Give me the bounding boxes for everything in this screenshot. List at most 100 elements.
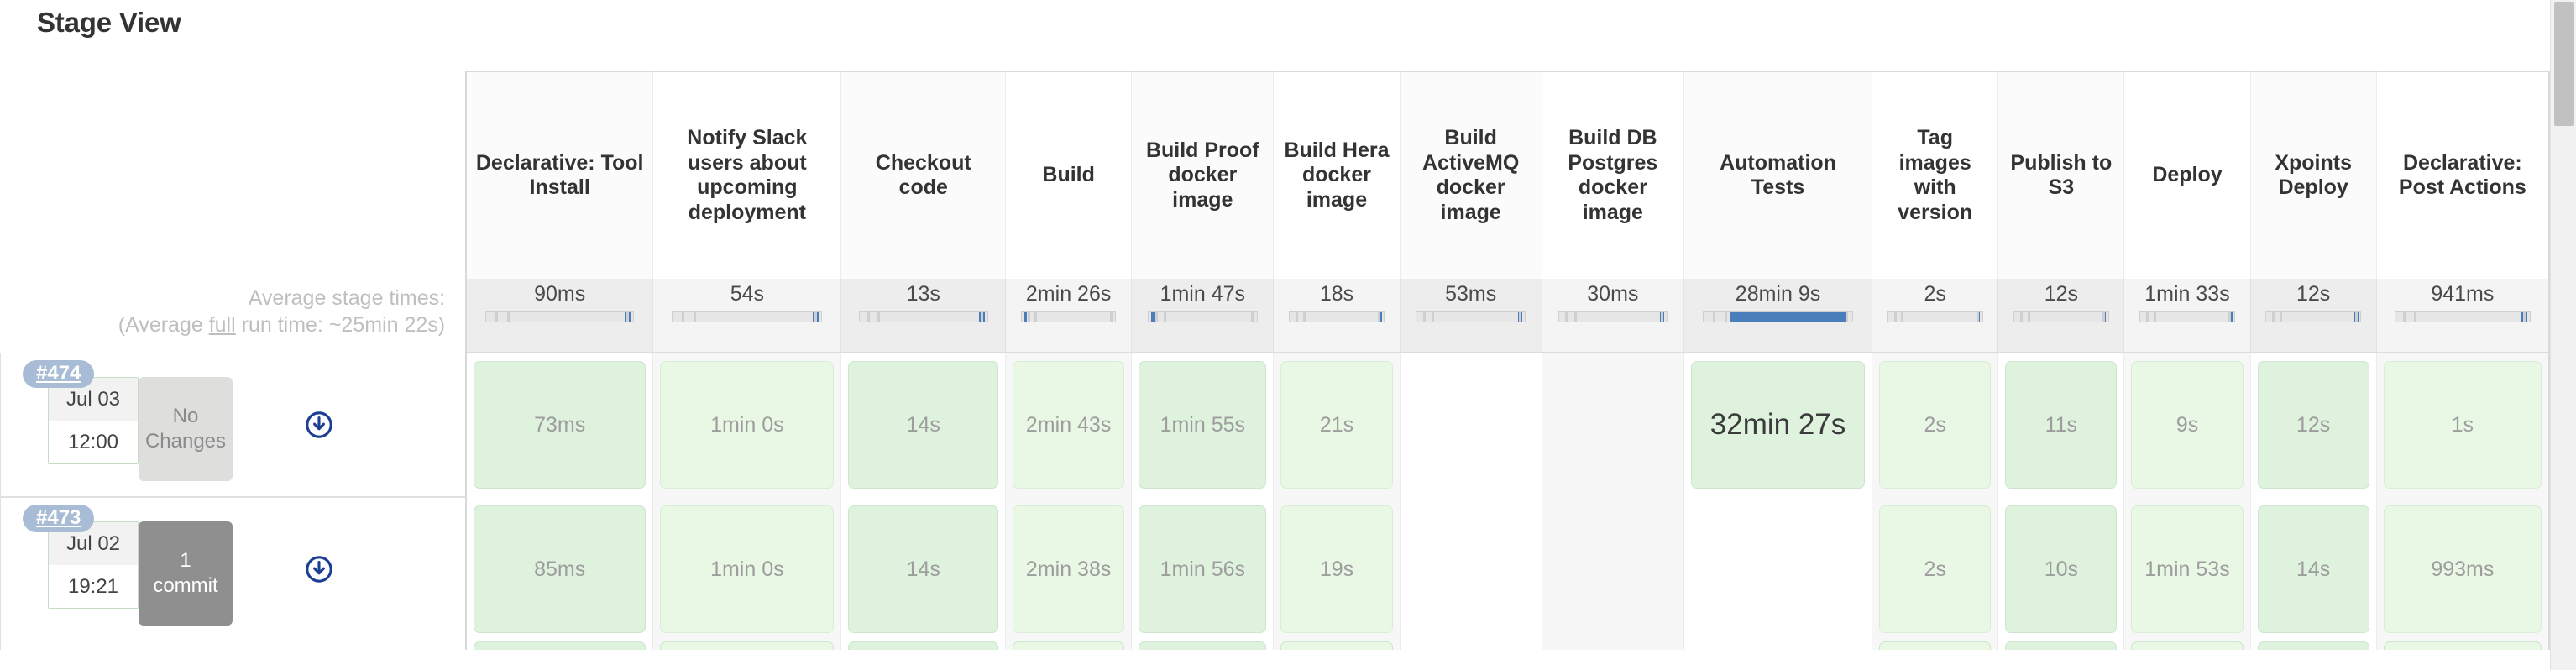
stage-duration-label: 993ms [2431,557,2494,582]
stage-duration-box[interactable]: 2s [1879,361,1991,489]
stage-header-label: Build ActiveMQ docker image [1422,126,1519,224]
table-body: Average stage times: (Average full run t… [0,279,2550,650]
stage-duration-box[interactable]: 2min 43s [1013,361,1124,489]
stage-duration-box[interactable]: 14s [848,361,998,489]
stage-cell[interactable]: 32min 27s [1684,353,1872,497]
stage-duration-box[interactable]: 1min 0s [660,505,834,633]
peek-duration-box [2005,641,2117,650]
stage-duration-label: 19s [1320,557,1353,582]
stage-cell[interactable]: 1min 55s [1132,353,1274,497]
peek-duration-box [660,641,834,650]
average-value: 2min 26s [1014,284,1123,305]
vertical-scrollbar[interactable] [2550,0,2576,670]
stage-header-label: Declarative: Tool Install [476,151,644,200]
build-number-badge[interactable]: #474 [23,360,94,388]
stage-cell[interactable]: 2min 38s [1006,497,1132,641]
average-sparkline [2395,311,2531,322]
stage-cell[interactable]: 2s [1872,353,1998,497]
stage-duration-box[interactable]: 1s [2384,361,2542,489]
average-value: 12s [2259,284,2368,305]
average-sparkline [859,311,988,322]
stage-duration-label: 9s [2176,413,2198,437]
scrollbar-thumb[interactable] [2554,2,2574,126]
stage-cell[interactable]: 1min 0s [653,353,841,497]
stage-header-label: Checkout code [876,151,971,200]
stage-cell[interactable]: 14s [2251,497,2377,641]
stage-duration-box[interactable]: 2min 38s [1013,505,1124,633]
average-value: 18s [1282,284,1390,305]
stage-cell[interactable]: 2min 43s [1006,353,1132,497]
stage-duration-box[interactable]: 32min 27s [1691,361,1865,489]
stage-cell[interactable]: 11s [1998,353,2124,497]
stage-cell[interactable]: 12s [2251,353,2377,497]
stage-duration-box[interactable]: 9s [2131,361,2243,489]
stage-duration-box[interactable]: 993ms [2384,505,2542,633]
stage-cell[interactable]: 14s [841,497,1006,641]
clock-download-icon[interactable] [305,555,333,584]
stage-duration-box[interactable]: 1min 56s [1139,505,1266,633]
average-cell-0: 90ms [465,279,653,353]
peek-duration-box [1879,641,1991,650]
build-timestamp[interactable]: Jul 0312:00 [48,377,139,464]
stage-cell [1542,353,1684,497]
stage-cell[interactable]: 14s [841,353,1006,497]
stage-header-10: Publish to S3 [1998,71,2124,279]
stage-header-1: Notify Slack users about upcoming deploy… [653,71,841,279]
stage-cell[interactable]: 1min 53s [2124,497,2250,641]
average-times-label: Average stage times: (Average full run t… [0,279,465,353]
stage-duration-box[interactable]: 1min 55s [1139,361,1266,489]
stage-header-2: Checkout code [841,71,1006,279]
peek-stage-cell [1542,641,1684,650]
build-meta-cell: #474Jul 0312:00NoChanges [0,353,465,497]
peek-duration-box [848,641,998,650]
stage-duration-box[interactable]: 19s [1280,505,1392,633]
average-full-run-time-text: (Average full run time: ~25min 22s) [0,312,445,339]
stage-cell[interactable]: 1min 56s [1132,497,1274,641]
stage-duration-box[interactable]: 85ms [474,505,646,633]
stage-duration-box[interactable]: 21s [1280,361,1392,489]
build-changes-button[interactable]: 1commit [139,521,233,626]
stage-duration-box[interactable]: 73ms [474,361,646,489]
stage-cell[interactable]: 85ms [465,497,653,641]
stage-duration-label: 11s [2045,413,2077,437]
stage-header-label: Xpoints Deploy [2275,151,2352,200]
average-sparkline [672,311,822,322]
stage-duration-label: 10s [2045,557,2078,582]
stage-duration-box[interactable]: 2s [1879,505,1991,633]
peek-stage-cell [465,641,653,650]
stage-cell[interactable]: 73ms [465,353,653,497]
build-timestamp[interactable]: Jul 0219:21 [48,521,139,609]
stage-duration-box[interactable]: 14s [2258,505,2369,633]
stage-duration-box[interactable]: 10s [2005,505,2117,633]
average-cell-6: 53ms [1401,279,1542,353]
stage-header-label: Tag images with version [1898,126,1972,224]
stage-duration-label: 1min 55s [1160,413,1245,437]
stage-duration-box[interactable]: 1min 0s [660,361,834,489]
stage-duration-box[interactable]: 14s [848,505,998,633]
stage-cell[interactable]: 2s [1872,497,1998,641]
stage-cell[interactable]: 9s [2124,353,2250,497]
stage-view-table: Declarative: Tool InstallNotify Slack us… [0,71,2550,650]
build-meta-inner: #473Jul 0219:211commit [1,498,465,641]
stage-duration-box[interactable]: 11s [2005,361,2117,489]
stage-cell[interactable]: 1s [2377,353,2550,497]
stage-duration-box[interactable]: 1min 53s [2131,505,2243,633]
peek-stage-cell [1006,641,1132,650]
stage-view-page: Stage View Declarative: Tool InstallNoti… [0,0,2576,670]
average-value: 1min 47s [1140,284,1264,305]
stage-cell[interactable]: 21s [1274,353,1400,497]
stage-header-label: Build Hera docker image [1284,139,1389,212]
stage-header-label: Declarative: Post Actions [2399,151,2526,200]
stage-cell[interactable]: 1min 0s [653,497,841,641]
build-meta-inner: #474Jul 0312:00NoChanges [1,353,465,496]
stage-header-4: Build Proof docker image [1132,71,1274,279]
stage-duration-box[interactable]: 12s [2258,361,2369,489]
build-number-badge[interactable]: #473 [23,505,94,532]
average-cell-10: 12s [1998,279,2124,353]
clock-download-icon[interactable] [305,411,333,439]
build-changes-button[interactable]: NoChanges [139,377,233,481]
average-sparkline [1558,311,1668,322]
stage-cell[interactable]: 993ms [2377,497,2550,641]
stage-cell[interactable]: 10s [1998,497,2124,641]
stage-cell[interactable]: 19s [1274,497,1400,641]
